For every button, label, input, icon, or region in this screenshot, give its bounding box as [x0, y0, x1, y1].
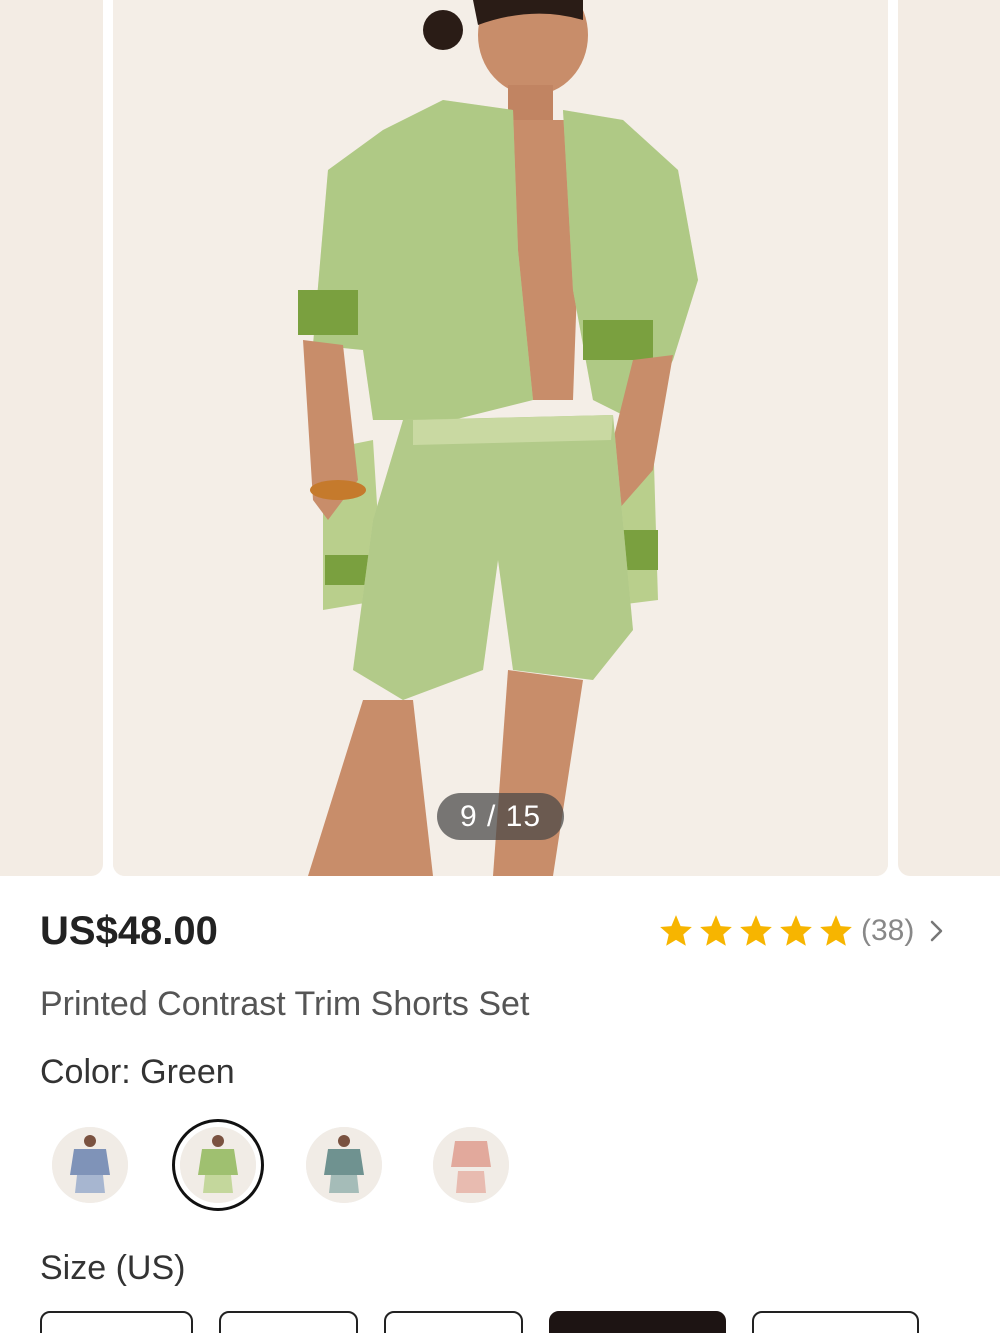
size-label: Size (US) [40, 1249, 186, 1287]
star-icon [740, 915, 772, 946]
selected-color-label: Color: Green [40, 1053, 235, 1091]
next-image-peek[interactable] [898, 0, 1000, 876]
chevron-right-icon [931, 920, 943, 942]
model-illustration [113, 0, 888, 876]
star-icon [820, 915, 852, 946]
color-swatch-blue[interactable] [52, 1127, 128, 1203]
star-icon [780, 915, 812, 946]
size-option[interactable] [219, 1311, 358, 1333]
size-option[interactable] [40, 1311, 193, 1333]
product-image-gallery[interactable]: 9 / 15 [0, 0, 1000, 876]
swatch-thumbnail [52, 1127, 128, 1203]
size-option[interactable] [752, 1311, 919, 1333]
image-counter: 9 / 15 [437, 793, 564, 840]
color-swatch-pink[interactable] [433, 1127, 509, 1203]
color-swatch-teal[interactable] [306, 1127, 382, 1203]
star-icon [660, 915, 692, 946]
color-swatch-green[interactable] [180, 1127, 256, 1203]
rating-summary[interactable]: (38) [657, 906, 948, 956]
previous-image-peek[interactable] [0, 0, 103, 876]
size-option-selected[interactable] [549, 1311, 726, 1333]
swatch-thumbnail [306, 1127, 382, 1203]
star-icon [700, 915, 732, 946]
product-title: Printed Contrast Trim Shorts Set [40, 985, 530, 1023]
review-count: (38) [861, 914, 915, 947]
swatch-thumbnail [433, 1127, 509, 1203]
swatch-thumbnail [180, 1127, 256, 1203]
product-price: US$48.00 [40, 909, 218, 953]
rating-stars [657, 912, 855, 950]
size-option[interactable] [384, 1311, 523, 1333]
product-image[interactable] [113, 0, 888, 876]
